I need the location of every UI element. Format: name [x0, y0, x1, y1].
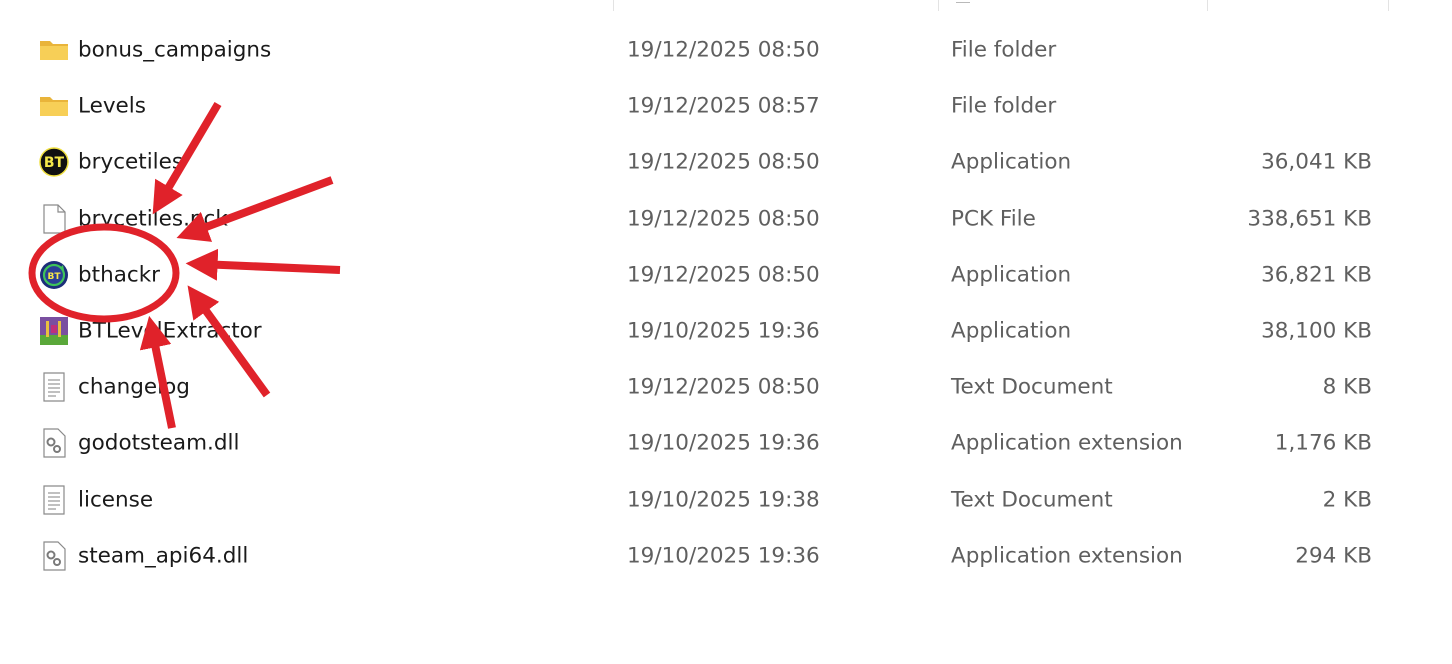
file-date-modified: 19/12/2025 08:50	[627, 37, 820, 63]
file-name: steam_api64.dll	[78, 543, 249, 569]
file-size: 2 KB	[1322, 486, 1372, 512]
file-row[interactable]: bonus_campaigns 19/12/2025 08:50 File fo…	[0, 22, 1452, 78]
file-row[interactable]: steam_api64.dll 19/10/2025 19:36 Applica…	[0, 528, 1452, 584]
file-name: license	[78, 486, 154, 512]
file-date-modified: 19/12/2025 08:50	[627, 374, 820, 400]
dll-gear-icon	[38, 427, 70, 459]
file-list: bonus_campaigns 19/12/2025 08:50 File fo…	[0, 22, 1452, 584]
file-date-modified: 19/12/2025 08:50	[627, 262, 820, 288]
column-divider-name[interactable]	[613, 0, 614, 11]
text-document-icon	[38, 371, 70, 403]
file-row[interactable]: Levels 19/12/2025 08:57 File folder	[0, 78, 1452, 134]
column-divider-size[interactable]	[1388, 0, 1389, 11]
file-type: Application	[951, 318, 1072, 344]
column-header-fragment	[956, 0, 970, 3]
file-size: 8 KB	[1322, 374, 1372, 400]
file-type: Application	[951, 262, 1072, 288]
file-size: 1,176 KB	[1274, 430, 1372, 456]
file-name: bthackr	[78, 262, 160, 288]
file-type: Application	[951, 149, 1072, 175]
dll-gear-icon	[38, 540, 70, 572]
svg-text:BT: BT	[48, 272, 62, 282]
file-date-modified: 19/10/2025 19:36	[627, 318, 820, 344]
file-type: Text Document	[951, 486, 1113, 512]
extractor-app-icon	[38, 315, 70, 347]
file-type: File folder	[951, 93, 1057, 119]
file-date-modified: 19/10/2025 19:36	[627, 430, 820, 456]
file-type: PCK File	[951, 205, 1036, 231]
text-document-icon	[38, 484, 70, 516]
file-row[interactable]: license 19/10/2025 19:38 Text Document 2…	[0, 472, 1452, 528]
file-name: brycetiles.pck	[78, 205, 228, 231]
folder-icon	[38, 34, 70, 66]
file-row[interactable]: changelog 19/12/2025 08:50 Text Document…	[0, 359, 1452, 415]
file-date-modified: 19/12/2025 08:50	[627, 149, 820, 175]
blank-file-icon	[38, 203, 70, 235]
file-size: 38,100 KB	[1261, 318, 1372, 344]
file-date-modified: 19/10/2025 19:36	[627, 543, 820, 569]
file-row-selected-target[interactable]: BT bthackr 19/12/2025 08:50 Application …	[0, 247, 1452, 303]
file-explorer-window: bonus_campaigns 19/12/2025 08:50 File fo…	[0, 0, 1452, 664]
brycetiles-app-icon: BT	[38, 146, 70, 178]
file-date-modified: 19/12/2025 08:57	[627, 93, 820, 119]
file-type: Application extension	[951, 543, 1183, 569]
file-type: Application extension	[951, 430, 1183, 456]
file-date-modified: 19/10/2025 19:38	[627, 486, 820, 512]
file-row[interactable]: BTLevelExtractor 19/10/2025 19:36 Applic…	[0, 303, 1452, 359]
file-row[interactable]: brycetiles.pck 19/12/2025 08:50 PCK File…	[0, 191, 1452, 247]
file-row[interactable]: godotsteam.dll 19/10/2025 19:36 Applicat…	[0, 415, 1452, 471]
file-name: Levels	[78, 93, 146, 119]
svg-text:BT: BT	[44, 155, 65, 171]
column-divider-date[interactable]	[938, 0, 939, 11]
file-row[interactable]: BT brycetiles 19/12/2025 08:50 Applicati…	[0, 134, 1452, 190]
file-name: bonus_campaigns	[78, 37, 272, 63]
bthackr-app-icon: BT	[38, 259, 70, 291]
file-name: BTLevelExtractor	[78, 318, 262, 344]
file-size: 36,821 KB	[1261, 262, 1372, 288]
file-name: brycetiles	[78, 149, 184, 175]
file-size: 294 KB	[1295, 543, 1372, 569]
file-date-modified: 19/12/2025 08:50	[627, 205, 820, 231]
file-name: changelog	[78, 374, 190, 400]
file-type: Text Document	[951, 374, 1113, 400]
file-size: 338,651 KB	[1247, 205, 1372, 231]
file-size: 36,041 KB	[1261, 149, 1372, 175]
column-divider-type[interactable]	[1207, 0, 1208, 11]
file-name: godotsteam.dll	[78, 430, 240, 456]
file-type: File folder	[951, 37, 1057, 63]
folder-icon	[38, 90, 70, 122]
